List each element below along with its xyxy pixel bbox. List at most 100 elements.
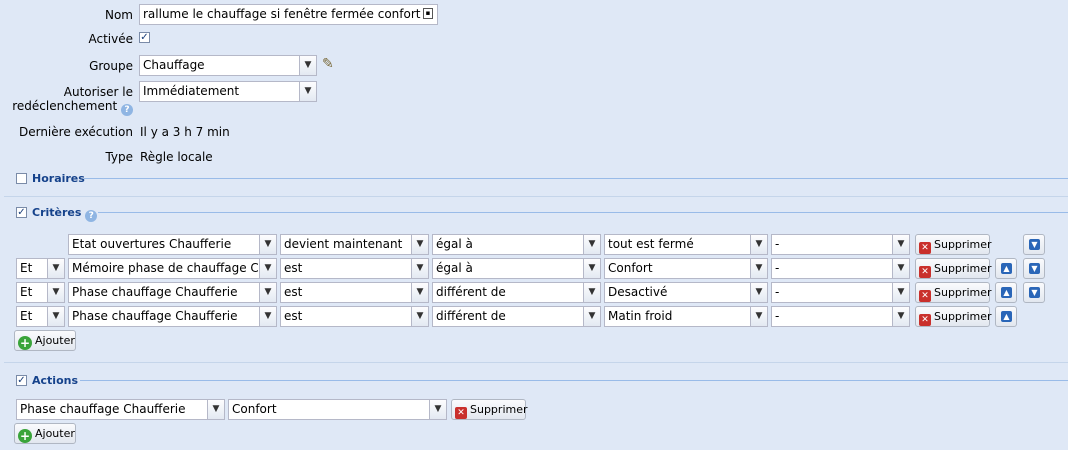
chevron-down-icon[interactable]: ▼ [47,307,64,326]
actions-checkbox[interactable]: ✓ [16,375,27,386]
autoriser-select[interactable]: Immédiatement ▼ [139,81,317,102]
action-item-select[interactable]: Phase chauffage Chaufferie ▼ [16,399,225,420]
criteria-extra-value: - [775,261,780,275]
move-down-button[interactable]: ▼ [1023,234,1045,255]
criteria-delete-label: Supprimer [934,238,992,251]
delete-icon: ✕ [455,407,467,419]
criteria-item-select[interactable]: Mémoire phase de chauffage Chaufferie▼ [68,258,277,279]
chevron-down-icon[interactable]: ▼ [750,259,767,278]
criteria-condition-value: est [284,309,303,323]
chevron-down-icon[interactable]: ▼ [583,259,600,278]
help-icon[interactable]: ? [85,210,98,222]
criteria-condition-select[interactable]: est ▼ [280,282,429,303]
criteria-add-button[interactable]: + Ajouter [14,330,76,351]
groupe-select[interactable]: Chauffage ▼ [139,55,317,76]
criteria-item-value: Phase chauffage Chaufferie [72,309,238,323]
arrow-up-icon: ▲ [1001,263,1012,274]
criteria-delete-label: Supprimer [934,286,992,299]
criteria-condition-select[interactable]: devient maintenant ▼ [280,234,429,255]
horaires-checkbox[interactable] [16,173,27,184]
horaires-divider [84,178,1068,179]
criteria-value-select[interactable]: Matin froid ▼ [604,306,768,327]
chevron-down-icon[interactable]: ▼ [47,283,64,302]
chevron-down-icon[interactable]: ▼ [299,56,316,75]
criteria-extra-select[interactable]: - ▼ [771,306,910,327]
criteria-extra-select[interactable]: - ▼ [771,234,910,255]
criteria-item-select[interactable]: Phase chauffage Chaufferie ▼ [68,282,277,303]
chevron-down-icon[interactable]: ▼ [411,283,428,302]
chevron-down-icon[interactable]: ▼ [411,307,428,326]
criteria-delete-button[interactable]: ✕ Supprimer [915,282,992,303]
chevron-down-icon[interactable]: ▼ [429,400,446,419]
pencil-icon[interactable]: ✎ [322,56,334,72]
chevron-down-icon[interactable]: ▼ [299,82,316,101]
chevron-down-icon[interactable]: ▼ [259,259,276,278]
criteria-value-select[interactable]: Desactivé ▼ [604,282,768,303]
criteria-delete-button[interactable]: ✕ Supprimer [915,234,992,255]
criteria-value-value: Desactivé [608,285,668,299]
criteria-value-select[interactable]: tout est fermé ▼ [604,234,768,255]
criteria-delete-button[interactable]: ✕ Supprimer [915,306,992,327]
criteria-extra-select[interactable]: - ▼ [771,282,910,303]
autoriser-label-line1: Autoriser le [63,85,133,99]
criteria-condition-select[interactable]: est ▼ [280,258,429,279]
help-icon[interactable]: ? [121,104,133,116]
criteria-operator-select[interactable]: égal à ▼ [432,234,601,255]
actions-add-button[interactable]: + Ajouter [14,423,76,444]
derniere-value: Il y a 3 h 7 min [140,125,230,139]
criteres-title[interactable]: Critères ? [32,206,98,222]
chevron-down-icon[interactable]: ▼ [47,259,64,278]
chevron-down-icon[interactable]: ▼ [583,235,600,254]
chevron-down-icon[interactable]: ▼ [892,259,909,278]
chevron-down-icon[interactable]: ▼ [411,235,428,254]
criteria-value-select[interactable]: Confort ▼ [604,258,768,279]
action-value-value: Confort [232,402,277,416]
chevron-down-icon[interactable]: ▼ [892,235,909,254]
criteria-operator-select[interactable]: égal à ▼ [432,258,601,279]
criteria-operator-select[interactable]: différent de ▼ [432,282,601,303]
criteria-delete-button[interactable]: ✕ Supprimer [915,258,992,279]
criteria-operator-value: différent de [436,285,506,299]
chevron-down-icon[interactable]: ▼ [892,307,909,326]
criteria-item-select[interactable]: Phase chauffage Chaufferie ▼ [68,306,277,327]
groupe-label: Groupe [89,59,133,73]
criteres-checkbox[interactable]: ✓ [16,207,27,218]
criteria-condition-select[interactable]: est ▼ [280,306,429,327]
chevron-down-icon[interactable]: ▼ [750,283,767,302]
criteria-item-value: Phase chauffage Chaufferie [72,285,238,299]
chevron-down-icon[interactable]: ▼ [411,259,428,278]
criteria-operator-select[interactable]: différent de ▼ [432,306,601,327]
actions-divider [80,380,1068,381]
chevron-down-icon[interactable]: ▼ [259,307,276,326]
chevron-down-icon[interactable]: ▼ [259,283,276,302]
contact-card-icon[interactable]: ▪ [423,8,433,19]
criteria-extra-select[interactable]: - ▼ [771,258,910,279]
groupe-value: Chauffage [143,58,205,72]
chevron-down-icon[interactable]: ▼ [750,307,767,326]
move-down-button[interactable]: ▼ [1023,258,1045,279]
actions-title[interactable]: Actions [32,374,78,387]
move-up-button[interactable]: ▲ [995,282,1017,303]
action-delete-button[interactable]: ✕ Supprimer [451,399,528,420]
action-value-select[interactable]: Confort ▼ [228,399,447,420]
move-down-button[interactable]: ▼ [1023,282,1045,303]
chevron-down-icon[interactable]: ▼ [583,283,600,302]
criteria-conjunction-select[interactable]: Et ▼ [16,306,65,327]
criteria-item-value: Mémoire phase de chauffage Chaufferie [72,261,258,275]
nom-input[interactable]: rallume le chauffage si fenêtre fermée c… [139,4,438,25]
chevron-down-icon[interactable]: ▼ [750,235,767,254]
type-value: Règle locale [140,150,213,164]
chevron-down-icon[interactable]: ▼ [583,307,600,326]
chevron-down-icon[interactable]: ▼ [259,235,276,254]
arrow-up-icon: ▲ [1001,287,1012,298]
chevron-down-icon[interactable]: ▼ [207,400,224,419]
activee-checkbox[interactable]: ✓ [139,32,150,43]
criteria-conjunction-select[interactable]: Et ▼ [16,258,65,279]
nom-label: Nom [104,8,133,22]
horaires-title[interactable]: Horaires [32,172,85,185]
chevron-down-icon[interactable]: ▼ [892,283,909,302]
criteria-conjunction-select[interactable]: Et ▼ [16,282,65,303]
move-up-button[interactable]: ▲ [995,306,1017,327]
move-up-button[interactable]: ▲ [995,258,1017,279]
criteria-item-select[interactable]: Etat ouvertures Chaufferie ▼ [68,234,277,255]
